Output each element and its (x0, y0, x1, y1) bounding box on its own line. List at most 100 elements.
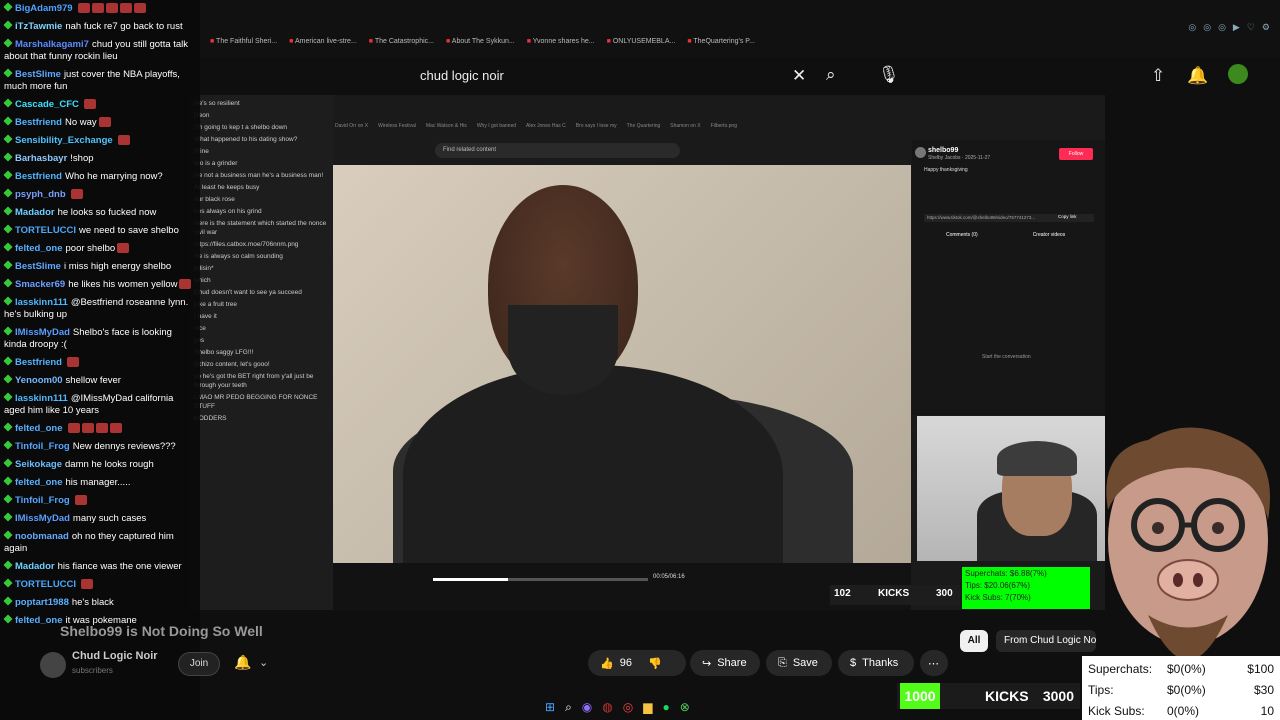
pig-avatar (1106, 427, 1270, 660)
bookmark-item[interactable]: About The Sykkun... (446, 38, 515, 45)
bookmark-item[interactable]: The Catastrophic... (369, 38, 434, 45)
chat-username[interactable]: Bestfriend (15, 171, 62, 182)
subscriber-badge-icon (3, 224, 13, 234)
xbox-icon[interactable]: ⊗ (680, 700, 690, 715)
obs-icon[interactable]: ◍ (602, 700, 612, 715)
chat-text: many such cases (72, 513, 147, 524)
chat-text: his manager..... (65, 477, 131, 488)
microphone-icon[interactable]: 🎙 (878, 65, 900, 85)
join-button[interactable]: Join (178, 652, 220, 676)
chat-username[interactable]: Madador (15, 207, 55, 218)
chat-username[interactable]: lasskinn111 (15, 297, 68, 308)
bookmark-item[interactable]: ONLYUSEMEBLA... (607, 38, 676, 45)
extension-icon[interactable]: ◎ (1188, 22, 1196, 33)
captured-chat-message: bro is a grinder (194, 160, 238, 167)
chat-username[interactable]: Cascade_CFC (15, 99, 79, 110)
search-input[interactable]: chud logic noir (420, 68, 504, 83)
search-icon[interactable]: ⌕ (826, 65, 836, 85)
copy-link-button[interactable]: Copy link (1058, 214, 1077, 219)
extension-icon[interactable]: ◎ (1203, 22, 1211, 33)
account-avatar[interactable] (1228, 64, 1248, 84)
channel-avatar[interactable] (40, 652, 66, 678)
chat-username[interactable]: lasskinn111 (15, 393, 68, 404)
chat-username[interactable]: BigAdam979 (15, 3, 73, 14)
chat-username[interactable]: IMissMyDad (15, 327, 70, 338)
chat-username[interactable]: psyph_dnb (15, 189, 66, 200)
chat-username[interactable]: felted_one (15, 423, 63, 434)
chat-username[interactable]: Seikokage (15, 459, 62, 470)
upload-icon[interactable]: ⇧ (1151, 66, 1165, 86)
bookmark-item[interactable]: The Faithful Sheri... (210, 38, 277, 45)
chat-username[interactable]: Bestfriend (15, 117, 62, 128)
notifications-bell-icon[interactable]: 🔔 (1187, 66, 1208, 86)
bookmark-item[interactable]: American live-stre... (289, 38, 357, 45)
clear-search-icon[interactable]: ✕ (792, 66, 806, 86)
chat-message: felted_one his manager..... (0, 474, 200, 492)
like-count[interactable]: 96 (620, 657, 632, 669)
share-button[interactable]: ↪ Share (690, 650, 760, 676)
thanks-button[interactable]: $ Thanks (838, 650, 914, 676)
extension-icon[interactable]: ⚙ (1262, 22, 1270, 33)
chat-username[interactable]: iTzTawmie (15, 21, 62, 32)
extension-icon[interactable]: ▶ (1233, 22, 1240, 33)
chat-username[interactable]: felted_one (15, 615, 63, 626)
chat-username[interactable]: Madador (15, 561, 55, 572)
extension-icon[interactable]: ♡ (1247, 22, 1255, 33)
chat-username[interactable]: Tinfoil_Frog (15, 441, 70, 452)
chat-message: TORTELUCCI (0, 576, 200, 594)
chat-username[interactable]: Yenoom00 (15, 375, 63, 386)
chat-message: felted_one poor shelbo (0, 240, 200, 258)
bookmark-item[interactable]: TheQuartering's P... (687, 38, 755, 45)
search-icon[interactable]: ⌕ (565, 700, 572, 715)
chat-username[interactable]: poptart1988 (15, 597, 69, 608)
windows-start-icon[interactable]: ⊞ (545, 700, 555, 715)
chip-all[interactable]: All (960, 630, 988, 652)
discord-icon[interactable]: ◉ (582, 700, 592, 715)
subscriber-badge-icon (3, 440, 13, 450)
tab-comments[interactable]: Comments (0) (946, 232, 978, 238)
video-title: Shelbo99 is Not Doing So Well (60, 623, 263, 639)
video-progress-bar[interactable] (433, 578, 648, 581)
chevron-down-icon[interactable]: ⌄ (259, 656, 268, 669)
beanie (997, 441, 1077, 476)
emote-icon (77, 3, 90, 14)
chat-username[interactable]: noobmanad (15, 531, 69, 542)
chat-message: noobmanad oh no they captured him again (0, 528, 200, 558)
related-content-search[interactable]: Find related content (435, 143, 680, 158)
chat-username[interactable]: BestSlime (15, 261, 61, 272)
chrome-icon[interactable]: ◎ (623, 700, 633, 715)
more-actions-button[interactable]: ⋯ (920, 650, 948, 676)
like-dislike-pill: 👍 96 👎 (588, 650, 686, 676)
extension-icon[interactable]: ◎ (1218, 22, 1226, 33)
chat-text: his fiance was the one viewer (57, 561, 182, 572)
spotify-icon[interactable]: ● (662, 700, 669, 715)
chat-username[interactable]: Barhasbayr (15, 153, 67, 164)
thumbs-up-icon[interactable]: 👍 (600, 657, 614, 670)
chat-username[interactable]: BestSlime (15, 69, 61, 80)
emote-icon (81, 579, 94, 590)
bookmark-item[interactable]: Yvonne shares he... (527, 38, 595, 45)
follow-button[interactable]: Follow (1059, 148, 1093, 160)
chat-username[interactable]: TORTELUCCI (15, 225, 76, 236)
subscribe-bell-icon[interactable]: 🔔 (234, 654, 251, 671)
chat-username[interactable]: IMissMyDad (15, 513, 70, 524)
main-video[interactable] (333, 165, 911, 563)
chat-message: Yenoom00 shellow fever (0, 372, 200, 390)
chat-username[interactable]: Smacker69 (15, 279, 65, 290)
chat-username[interactable]: felted_one (15, 477, 63, 488)
chat-message: Cascade_CFC (0, 96, 200, 114)
folder-icon[interactable]: ▆ (643, 700, 652, 715)
chip-from-channel[interactable]: From Chud Logic Noir (996, 630, 1096, 652)
captured-chat-message: which (194, 277, 211, 284)
channel-name[interactable]: Chud Logic Noir (72, 650, 158, 662)
chat-username[interactable]: felted_one (15, 243, 63, 254)
save-button[interactable]: ⎘ Save (766, 650, 832, 676)
chat-username[interactable]: Tinfoil_Frog (15, 495, 70, 506)
chat-username[interactable]: Sensibility_Exchange (15, 135, 113, 146)
chat-username[interactable]: Marshalkagami7 (15, 39, 89, 50)
chat-username[interactable]: TORTELUCCI (15, 579, 76, 590)
thanks-icon: $ (850, 657, 857, 669)
thumbs-down-icon[interactable]: 👎 (648, 657, 662, 670)
chat-username[interactable]: Bestfriend (15, 357, 62, 368)
tab-creator-videos[interactable]: Creator videos (1033, 232, 1066, 238)
